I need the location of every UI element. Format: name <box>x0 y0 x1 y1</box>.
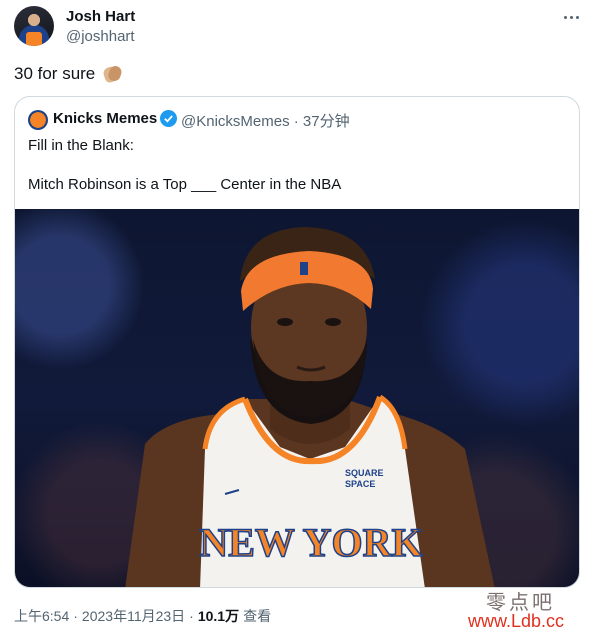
tweet-text-content: 30 for sure <box>14 64 96 83</box>
separator-dot: · <box>73 608 78 624</box>
author-handle[interactable]: @joshhart <box>66 28 135 45</box>
views-count: 10.1万 <box>197 608 240 624</box>
quoted-author-name: Knicks Memes <box>53 110 158 127</box>
tweet: Josh Hart @joshhart 30 for sure Knicks M… <box>0 0 594 633</box>
tweet-date[interactable]: 2023年11月23日 <box>82 606 185 626</box>
tweet-timestamp: 上午6:54 · 2023年11月23日 · 10.1万 查看 <box>14 606 271 626</box>
verified-badge-icon <box>160 110 177 127</box>
tweet-text: 30 for sure <box>14 64 123 84</box>
sponsor-line-2: SPACE <box>345 479 375 489</box>
quoted-photo[interactable]: NEW YORK SQUARE SPACE <box>15 209 579 587</box>
quoted-text-line-1: Fill in the Blank: <box>28 137 134 154</box>
author-name[interactable]: Josh Hart <box>66 8 135 25</box>
quoted-tweet[interactable]: Knicks Memes @KnicksMemes · 37分钟 Fill in… <box>14 96 580 588</box>
author-avatar[interactable] <box>14 6 54 46</box>
watermark-bottom: www.Ldb.cc <box>468 611 565 631</box>
more-options-icon[interactable] <box>560 8 582 26</box>
separator-dot: · <box>189 608 194 624</box>
quoted-text-line-2: Mitch Robinson is a Top ___ Center in th… <box>28 176 342 193</box>
sponsor-line-1: SQUARE <box>345 468 384 478</box>
tweet-time[interactable]: 上午6:54 <box>14 606 69 626</box>
quoted-avatar[interactable] <box>28 110 48 130</box>
jersey-text: NEW YORK <box>199 520 422 565</box>
views-label: 查看 <box>243 608 272 624</box>
player-photo: NEW YORK SQUARE SPACE <box>125 227 495 587</box>
clapping-hands-icon <box>101 64 123 84</box>
quoted-handle-time: @KnicksMemes · 37分钟 <box>181 113 350 130</box>
